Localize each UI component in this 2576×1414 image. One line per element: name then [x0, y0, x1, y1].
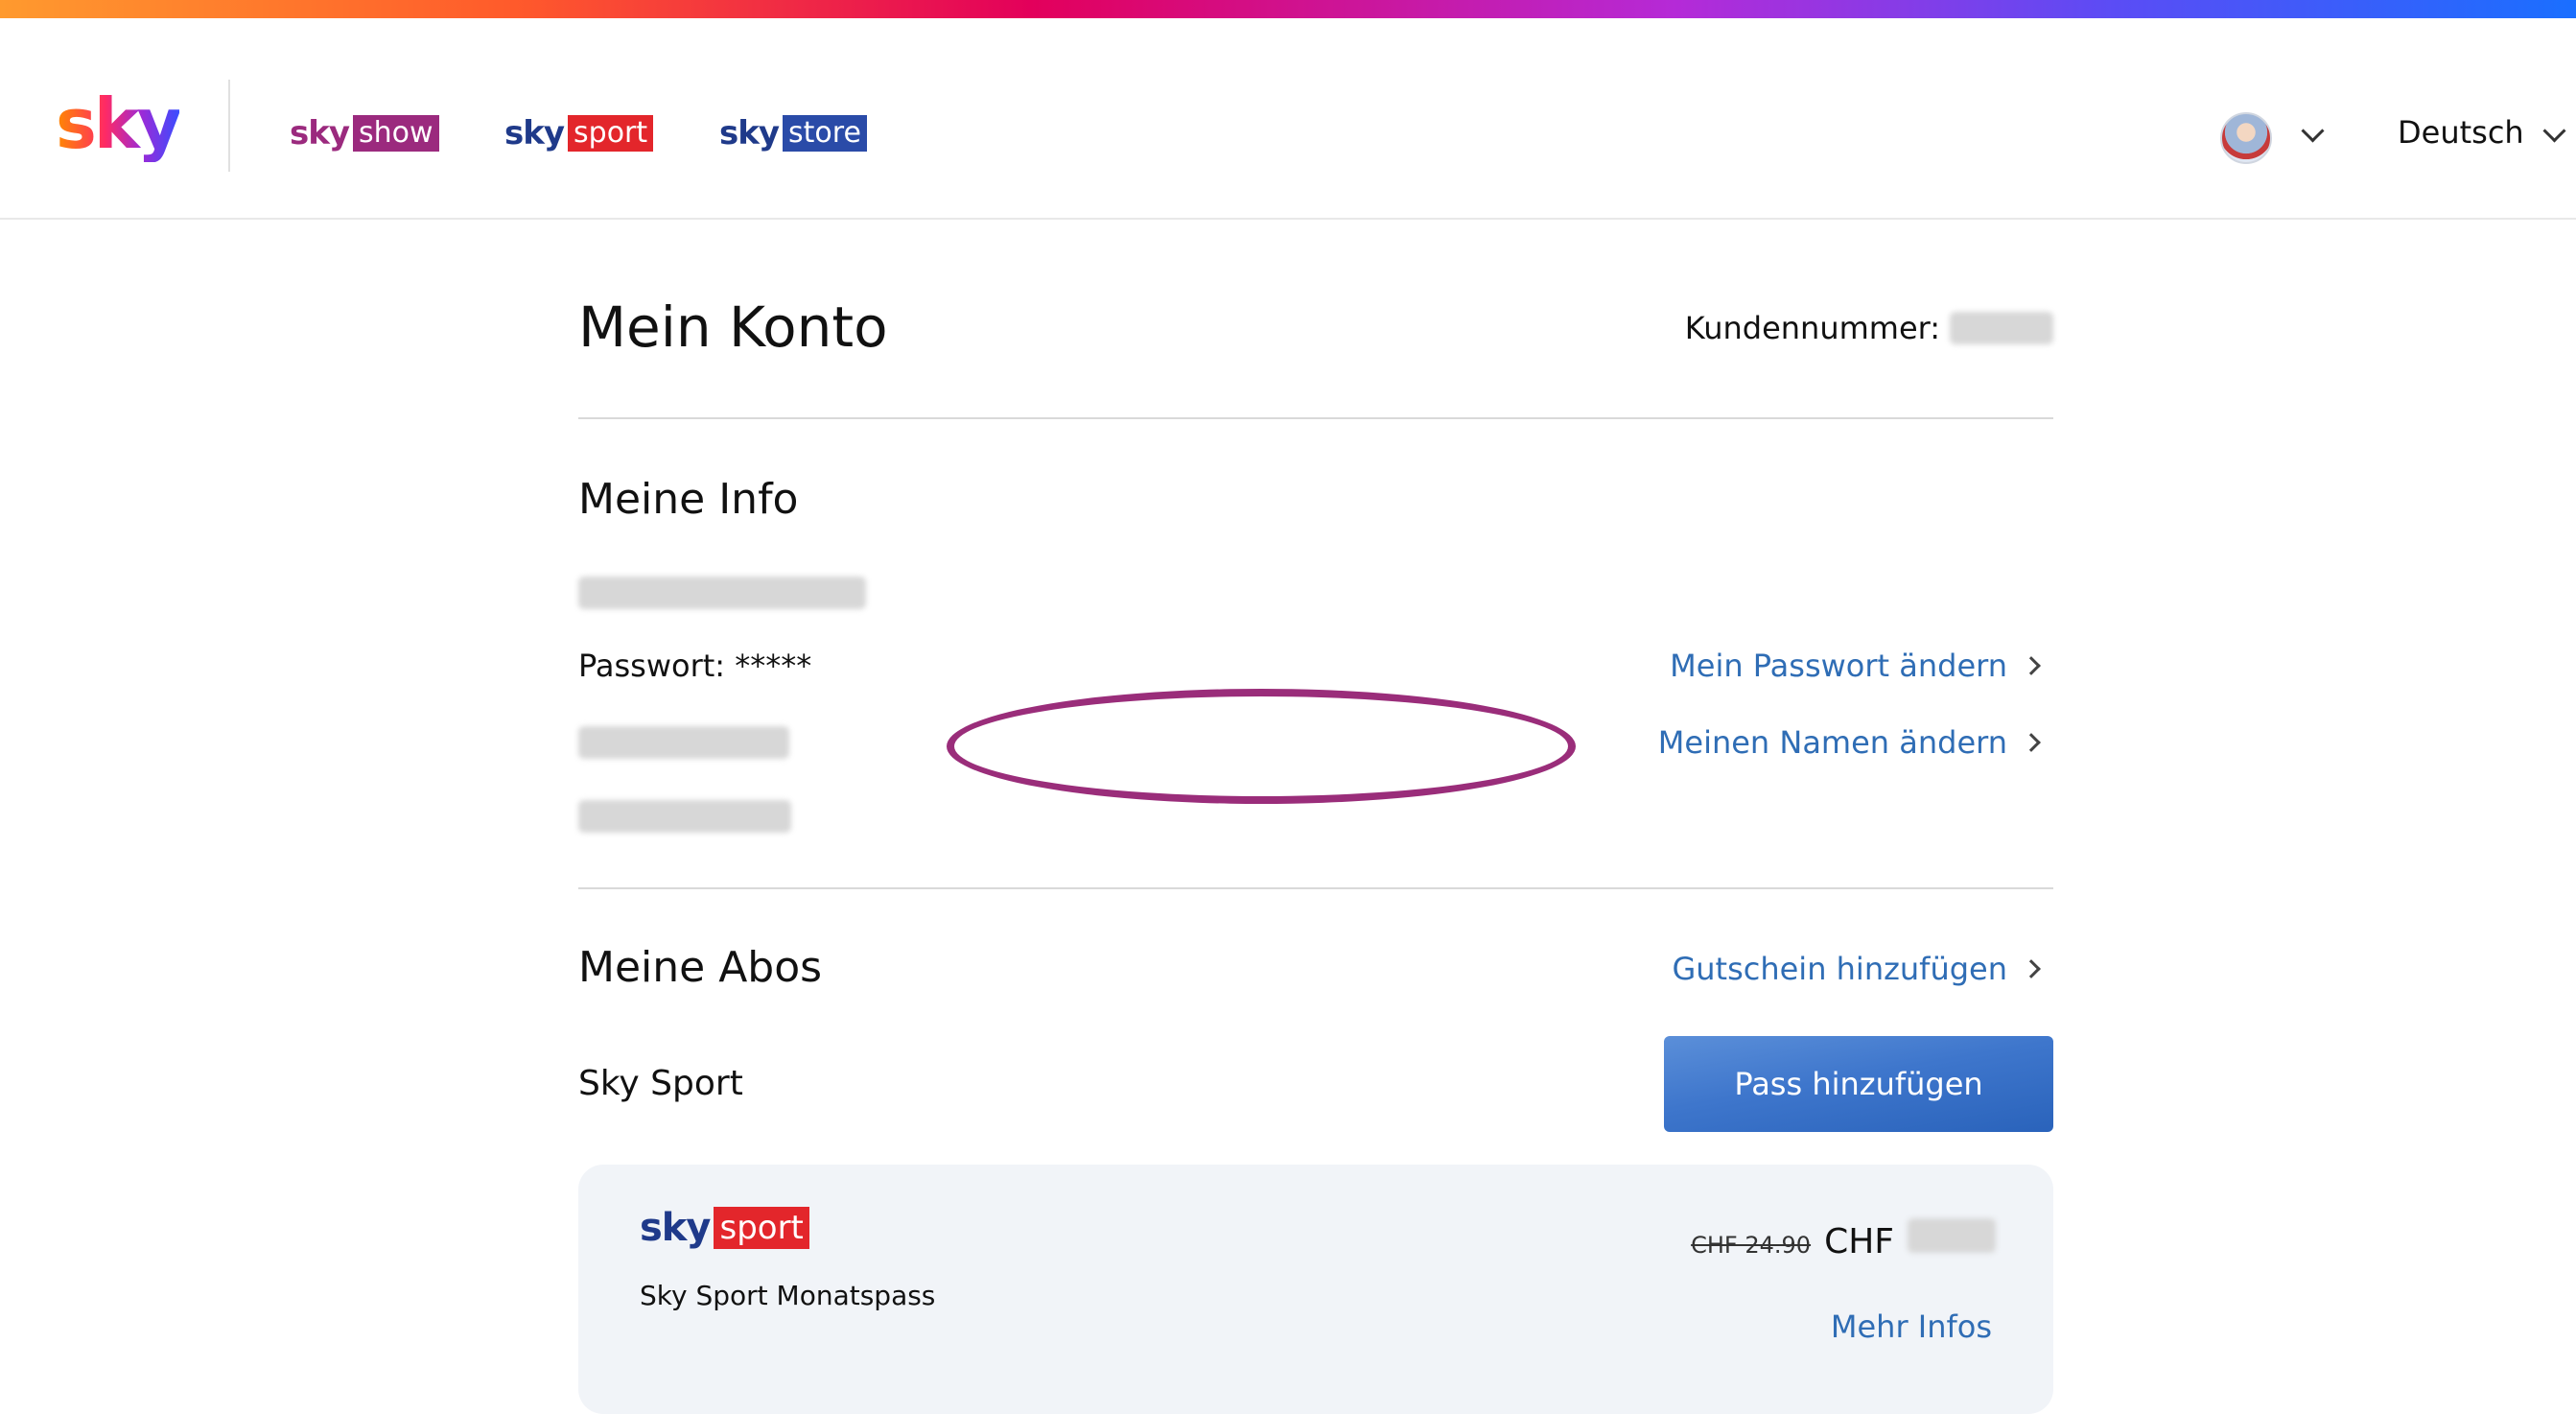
page-title: Mein Konto	[578, 295, 888, 360]
change-name-link[interactable]: Meinen Namen ändern	[1657, 724, 2041, 761]
header-divider	[228, 80, 230, 172]
old-price: CHF 24.90	[1691, 1232, 1812, 1259]
divider	[578, 887, 2053, 889]
product-card: sky sport Sky Sport Monatspass CHF 24.90…	[578, 1165, 2053, 1414]
brand-tag: sport	[568, 115, 654, 152]
password-text: Passwort: *****	[578, 648, 812, 684]
section-title-info: Meine Info	[578, 475, 799, 524]
brand-prefix: sky	[290, 114, 350, 153]
divider	[578, 417, 2053, 419]
add-pass-button[interactable]: Pass hinzufügen	[1664, 1036, 2053, 1132]
sky-show-link[interactable]: sky show	[290, 114, 439, 153]
chevron-right-icon	[2022, 733, 2041, 752]
customer-number-redacted	[1950, 312, 2053, 344]
email-redacted	[578, 577, 866, 609]
currency: CHF	[1824, 1222, 1894, 1261]
service-title: Sky Sport	[578, 1064, 743, 1103]
more-info-link[interactable]: Mehr Infos	[1831, 1308, 1992, 1345]
brand-tag: sport	[714, 1207, 809, 1249]
highlight-annotation	[947, 689, 1576, 804]
chevron-down-icon[interactable]	[2542, 119, 2566, 143]
brand-prefix: sky	[640, 1206, 711, 1250]
customer-number-label: Kundennummer:	[1684, 310, 1940, 346]
sky-store-link[interactable]: sky store	[719, 114, 867, 153]
brand-tag: store	[783, 115, 867, 152]
phone-redacted	[578, 800, 791, 833]
chevron-down-icon[interactable]	[2301, 119, 2325, 143]
price: CHF 24.90 CHF	[1691, 1218, 1996, 1261]
price-redacted	[1908, 1218, 1996, 1253]
chevron-right-icon	[2022, 959, 2041, 978]
brand-tag: show	[353, 115, 439, 152]
product-name: Sky Sport Monatspass	[640, 1280, 936, 1311]
link-label: Meinen Namen ändern	[1657, 724, 2007, 761]
chevron-right-icon	[2022, 656, 2041, 675]
brand-prefix: sky	[719, 114, 780, 153]
sky-logo[interactable]: sky	[56, 83, 182, 164]
name-redacted	[578, 726, 789, 759]
brand-prefix: sky	[504, 114, 565, 153]
add-voucher-link[interactable]: Gutschein hinzufügen	[1672, 951, 2041, 987]
link-label: Gutschein hinzufügen	[1672, 951, 2007, 987]
avatar[interactable]	[2220, 112, 2272, 164]
site-header: sky sky show sky sport sky store Deutsch	[0, 18, 2576, 220]
language-selector[interactable]: Deutsch	[2398, 114, 2524, 151]
card-sky-sport-logo: sky sport	[640, 1206, 809, 1250]
link-label: Mein Passwort ändern	[1670, 648, 2007, 684]
sky-sport-link[interactable]: sky sport	[504, 114, 654, 153]
section-title-subscriptions: Meine Abos	[578, 943, 823, 992]
change-password-link[interactable]: Mein Passwort ändern	[1670, 648, 2041, 684]
customer-number: Kundennummer:	[1685, 310, 2053, 346]
top-gradient-bar	[0, 0, 2576, 18]
